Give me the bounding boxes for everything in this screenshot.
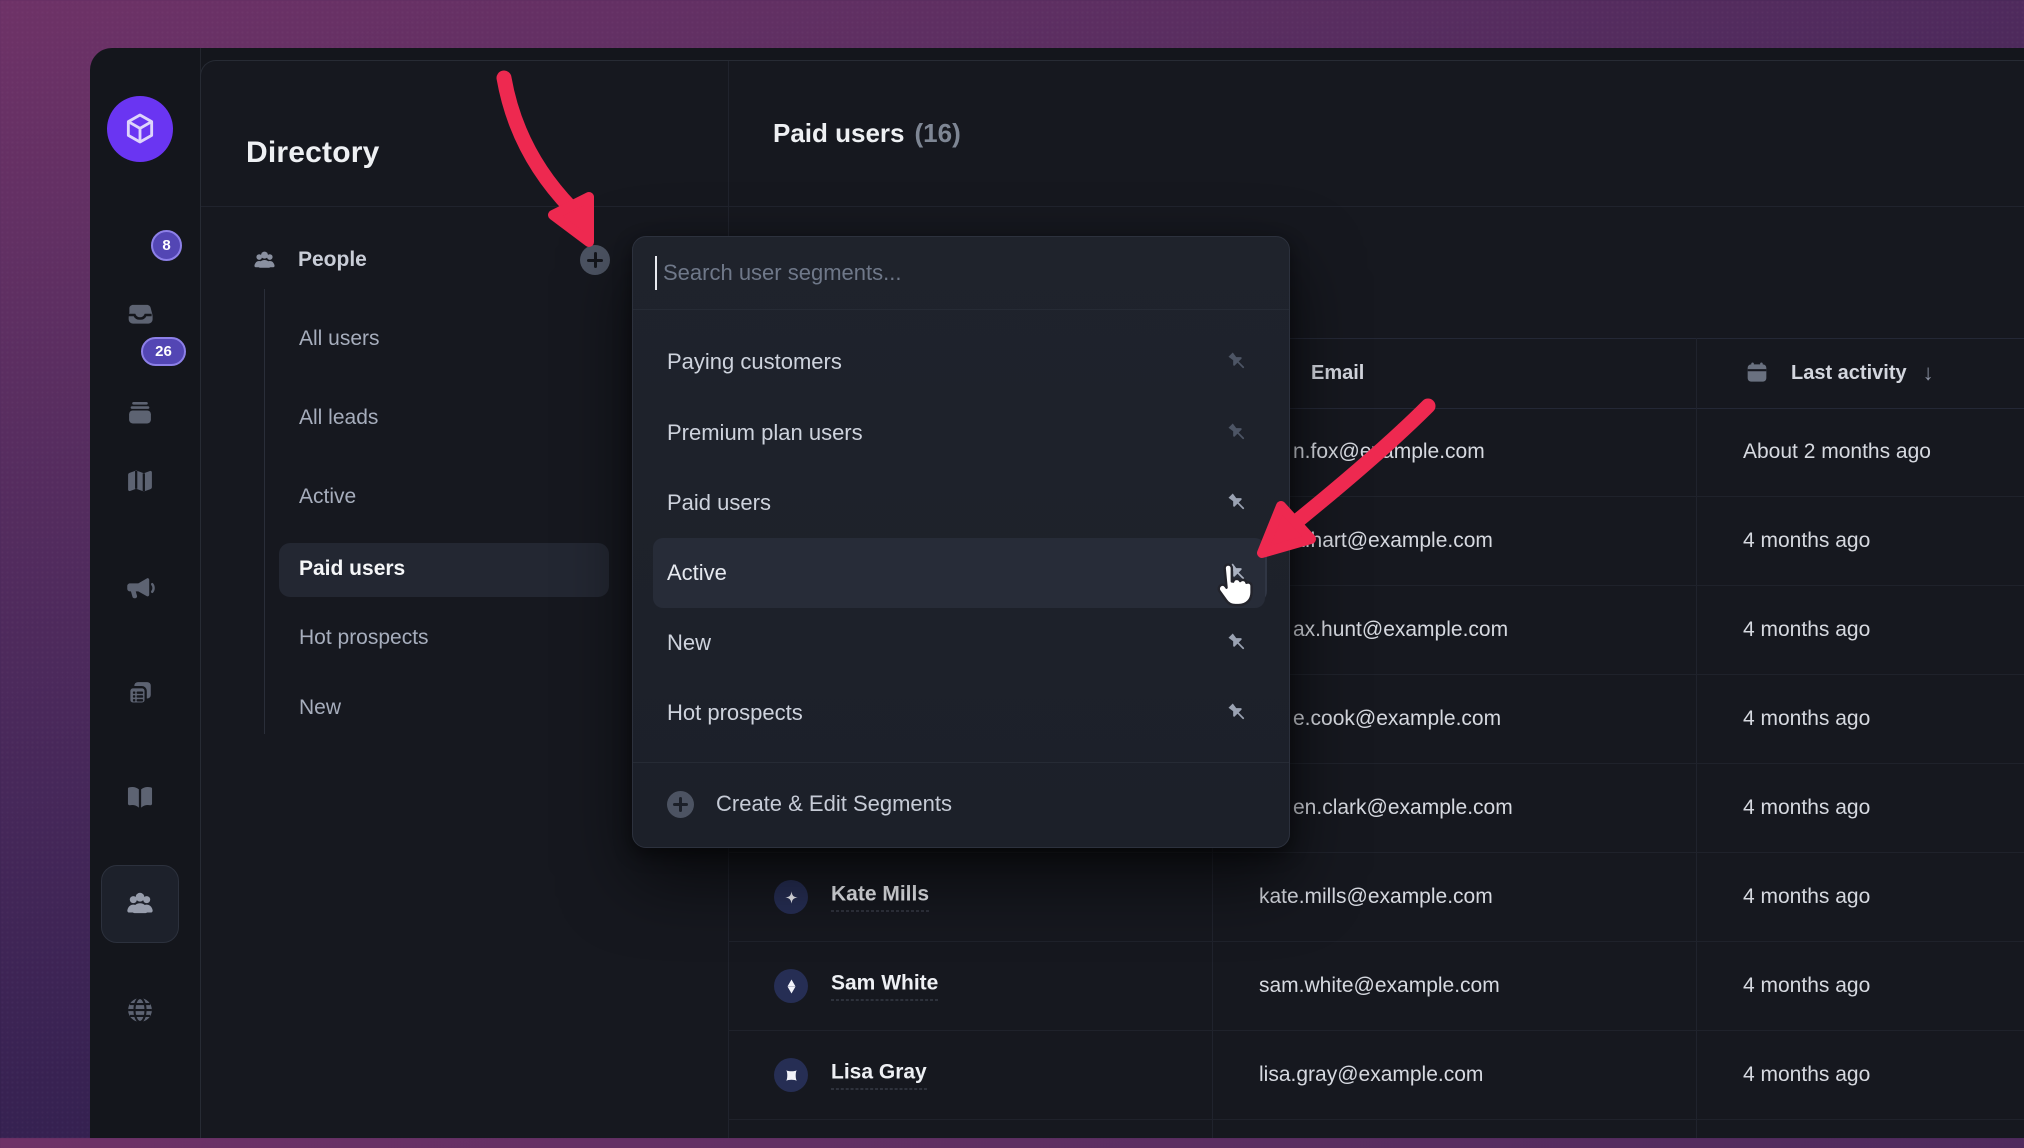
plus-circle-icon <box>667 791 694 818</box>
stack-icon <box>123 396 157 430</box>
search-input[interactable] <box>661 259 1225 287</box>
sidebar-item-people[interactable] <box>123 887 157 921</box>
activity-cell: 4 months ago <box>1743 974 1870 998</box>
avatar <box>774 880 808 914</box>
sidebar-item-all-users[interactable]: All users <box>299 325 380 353</box>
email-cell: sam.white@example.com <box>1259 974 1500 998</box>
table-row[interactable]: Lisa Gray lisa.gray@example.com 4 months… <box>728 1031 2024 1120</box>
email-cell: kate.mills@example.com <box>1259 885 1493 909</box>
sidebar-item-notes[interactable] <box>123 676 157 710</box>
sidebar-item-library[interactable] <box>123 780 157 814</box>
sidebar-item-all-leads[interactable]: All leads <box>299 404 378 432</box>
list-title-text: Paid users <box>773 118 905 148</box>
segments-popover: Paying customers Premium plan users Paid… <box>632 236 1290 848</box>
popover-divider <box>633 309 1289 310</box>
email-cell: n.fox@example.com <box>1293 440 1485 464</box>
email-cell: lisa.gray@example.com <box>1259 1063 1483 1087</box>
cube-icon <box>120 109 160 149</box>
sidebar-item-collections[interactable] <box>123 396 157 430</box>
segment-item-paying-customers[interactable]: Paying customers <box>653 327 1265 397</box>
avatar <box>774 1058 808 1092</box>
table-row[interactable]: Sam White sam.white@example.com 4 months… <box>728 942 2024 1031</box>
map-icon <box>123 464 157 498</box>
inbox-icon <box>123 296 157 330</box>
tree-line <box>264 289 265 734</box>
globe-icon <box>123 993 157 1027</box>
table-row[interactable]: Kate Mills kate.mills@example.com 4 mont… <box>728 853 2024 942</box>
email-cell: en.clark@example.com <box>1293 796 1513 820</box>
pin-icon[interactable] <box>1225 700 1251 726</box>
avatar <box>774 969 808 1003</box>
segment-item-paid-users[interactable]: Paid users <box>653 468 1265 538</box>
segment-item-active[interactable]: Active <box>653 538 1265 608</box>
content-panel: Directory People All users All leads Act… <box>200 60 2024 1138</box>
activity-cell: 4 months ago <box>1743 796 1870 820</box>
activity-cell: 4 months ago <box>1743 885 1870 909</box>
sidebar-item-active[interactable]: Active <box>299 483 356 511</box>
sidebar-item-paid-users[interactable]: Paid users <box>299 555 405 583</box>
sidebar-item-hot-prospects[interactable]: Hot prospects <box>299 624 429 652</box>
people-group-header[interactable]: People <box>251 243 367 277</box>
email-cell: e.cook@example.com <box>1293 707 1501 731</box>
name-cell[interactable]: Sam White <box>831 972 938 1001</box>
list-title: Paid users (16) <box>773 118 961 149</box>
segment-item-premium-plan-users[interactable]: Premium plan users <box>653 398 1265 468</box>
app-window: 8 26 Directory People <box>90 48 2024 1138</box>
sidebar-item-campaigns[interactable] <box>123 571 157 605</box>
app-logo[interactable] <box>107 96 173 162</box>
table-row-partial <box>728 1120 2024 1148</box>
activity-cell: 4 months ago <box>1743 707 1870 731</box>
create-edit-segments-button[interactable]: Create & Edit Segments <box>667 779 952 829</box>
activity-cell: About 2 months ago <box>1743 440 1931 464</box>
collections-badge: 26 <box>141 337 186 366</box>
text-caret <box>655 256 657 290</box>
add-segment-button[interactable] <box>580 245 610 275</box>
pin-icon[interactable] <box>1225 490 1251 516</box>
cards-icon <box>123 676 157 710</box>
sidebar-item-map[interactable] <box>123 464 157 498</box>
sidebar-item-inbox[interactable] <box>123 296 157 330</box>
segment-item-hot-prospects[interactable]: Hot prospects <box>653 678 1265 748</box>
email-cell: ax.hunt@example.com <box>1293 618 1508 642</box>
pin-icon[interactable] <box>1225 560 1251 586</box>
inbox-badge: 8 <box>151 230 182 261</box>
activity-cell: 4 months ago <box>1743 1063 1870 1087</box>
name-cell[interactable]: Kate Mills <box>831 883 929 912</box>
name-cell[interactable]: Lisa Gray <box>831 1061 927 1090</box>
sidebar-item-web[interactable] <box>123 993 157 1027</box>
sidebar-item-new[interactable]: New <box>299 694 341 722</box>
popover-divider <box>633 762 1289 763</box>
people-icon <box>123 887 157 921</box>
email-cell: a.hart@example.com <box>1293 529 1493 553</box>
people-group-label: People <box>298 248 367 272</box>
pin-icon[interactable] <box>1225 630 1251 656</box>
list-count: (16) <box>915 118 961 148</box>
activity-cell: 4 months ago <box>1743 529 1870 553</box>
segment-search[interactable] <box>633 237 1289 309</box>
calendar-icon <box>1743 359 1771 387</box>
icon-rail: 8 26 <box>90 48 201 1138</box>
pin-icon[interactable] <box>1225 420 1251 446</box>
page-title: Directory <box>246 136 380 170</box>
column-header-last-activity[interactable]: Last activity ↓ <box>1743 338 1934 408</box>
book-icon <box>123 780 157 814</box>
megaphone-icon <box>123 571 157 605</box>
activity-cell: 4 months ago <box>1743 618 1870 642</box>
sort-desc-icon[interactable]: ↓ <box>1923 360 1934 386</box>
pin-icon[interactable] <box>1225 349 1251 375</box>
column-header-email[interactable]: Email <box>1311 338 1364 408</box>
people-group-icon <box>251 247 278 274</box>
segment-item-new[interactable]: New <box>653 608 1265 678</box>
